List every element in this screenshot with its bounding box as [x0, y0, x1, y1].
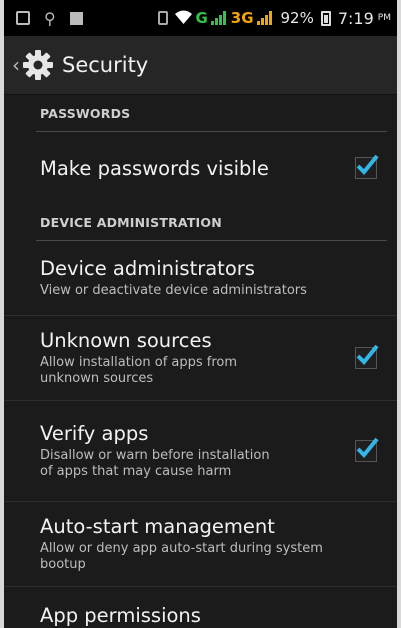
checkmark-icon: [356, 344, 379, 365]
battery-percent: 92%: [280, 9, 314, 27]
verify-apps-checkbox[interactable]: [355, 437, 379, 462]
item-title: Device administrators: [40, 257, 255, 280]
clock-ampm: PM: [377, 13, 391, 23]
system-icons: G 3G 92% 7:19 PM: [158, 9, 391, 28]
network-type-label: G: [195, 9, 208, 27]
battery-icon: [320, 10, 331, 26]
notification-icon: [69, 11, 83, 25]
section-header-device-administration: DEVICE ADMINISTRATION: [40, 214, 222, 230]
unknown-sources-item[interactable]: Unknown sources Allow installation of ap…: [4, 316, 397, 401]
action-bar: ‹ Security: [4, 36, 397, 95]
notification-icon: [16, 11, 30, 25]
signal-icon: [256, 11, 272, 25]
verify-apps-item[interactable]: Verify apps Disallow or warn before inst…: [4, 401, 397, 502]
status-bar: ⚲ G 3G 92% 7:19 PM: [4, 0, 397, 36]
item-title: Unknown sources: [40, 329, 212, 352]
app-permissions-item[interactable]: App permissions: [4, 587, 397, 628]
gear-icon[interactable]: [22, 49, 54, 81]
wifi-icon: [175, 9, 193, 28]
item-summary: Allow or deny app auto-start during syst…: [40, 541, 323, 572]
phone-screen: ⚲ G 3G 92% 7:19 PM ‹ Security PASSWORDS …: [4, 0, 397, 628]
make-passwords-visible-item[interactable]: Make passwords visible: [4, 132, 397, 204]
back-icon[interactable]: ‹: [12, 53, 20, 77]
clock: 7:19: [337, 8, 374, 28]
page-title: Security: [62, 53, 149, 77]
settings-list: PASSWORDS Make passwords visible DEVICE …: [4, 95, 397, 628]
vibrate-icon: [158, 11, 169, 25]
make-passwords-visible-checkbox[interactable]: [355, 154, 379, 179]
section-header-passwords: PASSWORDS: [40, 105, 131, 121]
item-title: Verify apps: [40, 422, 149, 445]
notification-icons: ⚲: [16, 9, 83, 28]
auto-start-management-item[interactable]: Auto-start management Allow or deny app …: [4, 502, 397, 587]
network-type-label: 3G: [230, 9, 254, 27]
device-administrators-item[interactable]: Device administrators View or deactivate…: [4, 241, 397, 316]
usb-icon: ⚲: [44, 8, 56, 28]
item-summary: Disallow or warn before installation of …: [40, 448, 270, 479]
item-title: App permissions: [40, 603, 201, 627]
signal-icon: [210, 11, 226, 25]
item-title: Make passwords visible: [40, 156, 269, 180]
item-summary: View or deactivate device administrators: [40, 283, 307, 298]
unknown-sources-checkbox[interactable]: [355, 344, 379, 369]
item-title: Auto-start management: [40, 515, 275, 538]
checkmark-icon: [356, 154, 379, 175]
item-summary: Allow installation of apps from unknown …: [40, 355, 238, 386]
checkmark-icon: [356, 437, 379, 458]
